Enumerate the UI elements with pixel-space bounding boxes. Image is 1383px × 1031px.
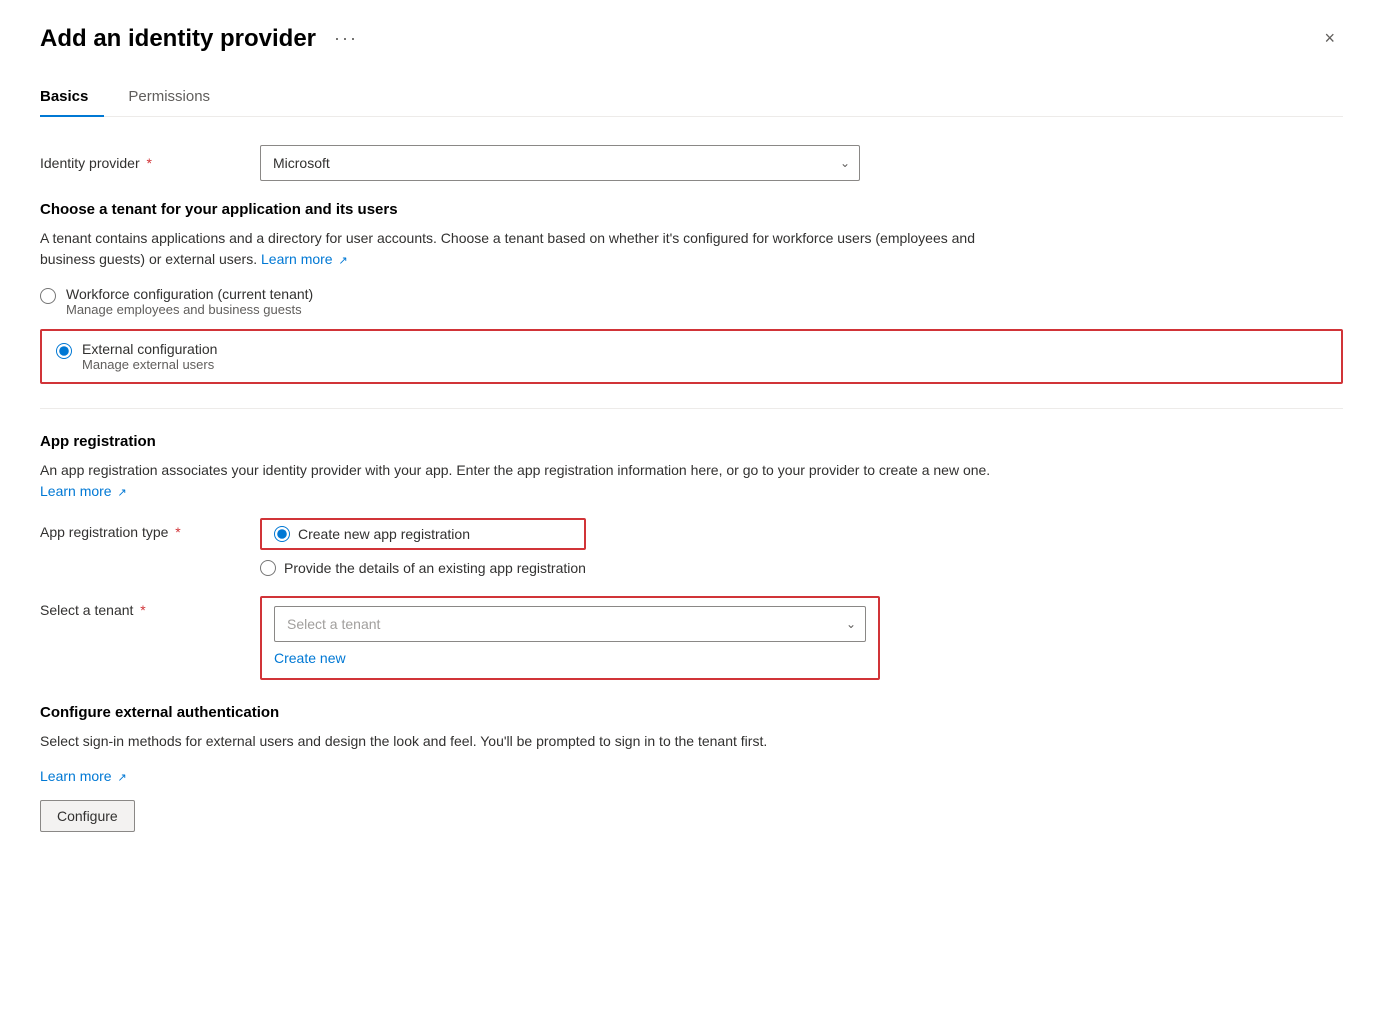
create-new-highlighted-box: Create new app registration <box>260 518 586 550</box>
external-label-group: External configuration Manage external u… <box>82 341 217 372</box>
create-new-radio-text: Create new app registration <box>298 526 470 542</box>
tenant-select-wrapper: Select a tenant ⌄ <box>274 606 866 642</box>
identity-provider-field-row: Identity provider * Microsoft ⌄ <box>40 145 1343 181</box>
tenant-select[interactable]: Select a tenant <box>274 606 866 642</box>
workforce-label-group: Workforce configuration (current tenant)… <box>66 286 313 317</box>
workforce-main-label: Workforce configuration (current tenant) <box>66 286 313 302</box>
app-reg-external-link-icon: ↗︎ <box>117 487 126 499</box>
app-reg-learn-more-link[interactable]: Learn more ↗︎ <box>40 483 127 499</box>
app-reg-type-options: Create new app registration Provide the … <box>260 518 586 576</box>
required-star-3: * <box>136 602 145 618</box>
tenant-radio-group: Workforce configuration (current tenant)… <box>40 286 1343 384</box>
app-registration-heading: App registration <box>40 433 1343 450</box>
required-star-2: * <box>171 524 180 540</box>
existing-radio[interactable] <box>260 560 276 576</box>
tab-basics[interactable]: Basics <box>40 78 104 117</box>
configure-auth-heading: Configure external authentication <box>40 704 1343 721</box>
tab-permissions[interactable]: Permissions <box>128 78 226 117</box>
close-button[interactable]: × <box>1316 24 1343 53</box>
existing-radio-text: Provide the details of an existing app r… <box>284 560 586 576</box>
tenant-dropdown-highlighted-box: Select a tenant ⌄ Create new <box>260 596 880 680</box>
ellipsis-button[interactable]: ··· <box>326 24 366 53</box>
external-radio[interactable] <box>56 343 72 359</box>
identity-provider-select[interactable]: Microsoft <box>260 145 860 181</box>
create-new-radio-label[interactable]: Create new app registration <box>274 526 470 542</box>
configure-button[interactable]: Configure <box>40 800 135 832</box>
app-reg-type-row: App registration type * Create new app r… <box>40 518 1343 576</box>
identity-provider-label: Identity provider * <box>40 155 260 171</box>
configure-auth-learn-more-link[interactable]: Learn more ↗︎ <box>40 768 127 784</box>
dialog-header: Add an identity provider ··· × <box>40 24 1343 53</box>
tenant-section-description: A tenant contains applications and a dir… <box>40 228 1000 270</box>
tenant-learn-more-link[interactable]: Learn more ↗︎ <box>261 251 348 267</box>
dialog-title-row: Add an identity provider ··· <box>40 24 366 53</box>
workforce-radio-item[interactable]: Workforce configuration (current tenant)… <box>40 286 1343 317</box>
external-link-icon: ↗︎ <box>338 255 347 267</box>
external-main-label: External configuration <box>82 341 217 357</box>
section-divider <box>40 408 1343 409</box>
app-registration-description: An app registration associates your iden… <box>40 460 1000 502</box>
external-radio-item[interactable]: External configuration Manage external u… <box>56 341 217 372</box>
existing-radio-label[interactable]: Provide the details of an existing app r… <box>260 560 586 576</box>
tab-bar: Basics Permissions <box>40 77 1343 117</box>
tenant-section: Choose a tenant for your application and… <box>40 201 1343 384</box>
workforce-sub-label: Manage employees and business guests <box>66 302 313 317</box>
external-config-highlighted-box: External configuration Manage external u… <box>40 329 1343 384</box>
app-registration-section: App registration An app registration ass… <box>40 433 1343 680</box>
external-sub-label: Manage external users <box>82 357 217 372</box>
required-star: * <box>143 155 152 171</box>
identity-provider-select-wrapper: Microsoft ⌄ <box>260 145 860 181</box>
select-tenant-label: Select a tenant * <box>40 596 260 618</box>
configure-auth-section: Configure external authentication Select… <box>40 704 1343 832</box>
create-new-radio[interactable] <box>274 526 290 542</box>
create-new-tenant-link[interactable]: Create new <box>274 650 346 666</box>
app-reg-type-label: App registration type * <box>40 518 260 540</box>
dialog-title: Add an identity provider <box>40 25 316 53</box>
configure-auth-external-link-icon: ↗︎ <box>117 772 126 784</box>
add-identity-provider-dialog: Add an identity provider ··· × Basics Pe… <box>0 0 1383 1031</box>
workforce-radio[interactable] <box>40 288 56 304</box>
configure-auth-description: Select sign-in methods for external user… <box>40 731 1000 752</box>
tenant-section-heading: Choose a tenant for your application and… <box>40 201 1343 218</box>
select-tenant-row: Select a tenant * Select a tenant ⌄ Crea… <box>40 596 1343 680</box>
